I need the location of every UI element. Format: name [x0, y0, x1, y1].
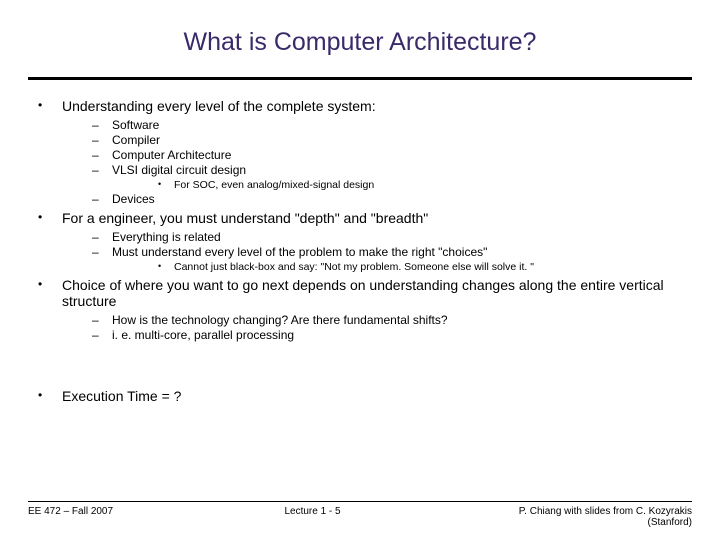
sub-compiler: Compiler — [62, 133, 692, 147]
bullet-text: Choice of where you want to go next depe… — [62, 277, 664, 309]
sub-software: Software — [62, 118, 692, 132]
sub-related: Everything is related — [62, 230, 692, 244]
sub-multicore: i. e. multi-core, parallel processing — [62, 328, 692, 342]
sub-text: i. e. multi-core, parallel processing — [112, 328, 294, 342]
sub-choices: Must understand every level of the probl… — [62, 245, 692, 273]
footer-center: Lecture 1 - 5 — [284, 506, 340, 517]
sub-text: Devices — [112, 192, 155, 206]
slide-title: What is Computer Architecture? — [0, 0, 720, 67]
sub-comp-arch: Computer Architecture — [62, 148, 692, 162]
sub-devices: Devices — [62, 192, 692, 206]
sub-text: Must understand every level of the probl… — [112, 245, 487, 259]
subsub-text: For SOC, even analog/mixed-signal design — [174, 179, 374, 191]
sub-text: Compiler — [112, 133, 160, 147]
footer-left: EE 472 – Fall 2007 — [28, 506, 113, 517]
sub-text: How is the technology changing? Are ther… — [112, 313, 448, 327]
bullet-text: For a engineer, you must understand "dep… — [62, 210, 428, 226]
footer-right: P. Chiang with slides from C. Kozyrakis … — [512, 506, 692, 528]
footer: EE 472 – Fall 2007 Lecture 1 - 5 P. Chia… — [0, 501, 720, 528]
bullet-engineer: For a engineer, you must understand "dep… — [28, 210, 692, 273]
bullet-text: Understanding every level of the complet… — [62, 98, 376, 114]
bullet-text: Execution Time = ? — [62, 388, 181, 404]
sub-tech-change: How is the technology changing? Are ther… — [62, 313, 692, 327]
bullet-understanding: Understanding every level of the complet… — [28, 98, 692, 206]
footer-divider — [28, 501, 692, 502]
sub-text: Computer Architecture — [112, 148, 231, 162]
slide-content: Understanding every level of the complet… — [0, 80, 720, 404]
bullet-choice: Choice of where you want to go next depe… — [28, 277, 692, 342]
sub-text: Software — [112, 118, 159, 132]
sub-text: Everything is related — [112, 230, 221, 244]
sub-text: VLSI digital circuit design — [112, 163, 246, 177]
subsub-soc: For SOC, even analog/mixed-signal design — [112, 179, 692, 191]
subsub-text: Cannot just black-box and say: "Not my p… — [174, 261, 534, 273]
subsub-blackbox: Cannot just black-box and say: "Not my p… — [112, 261, 692, 273]
sub-vlsi: VLSI digital circuit design For SOC, eve… — [62, 163, 692, 191]
bullet-exec-time: Execution Time = ? — [28, 388, 692, 404]
